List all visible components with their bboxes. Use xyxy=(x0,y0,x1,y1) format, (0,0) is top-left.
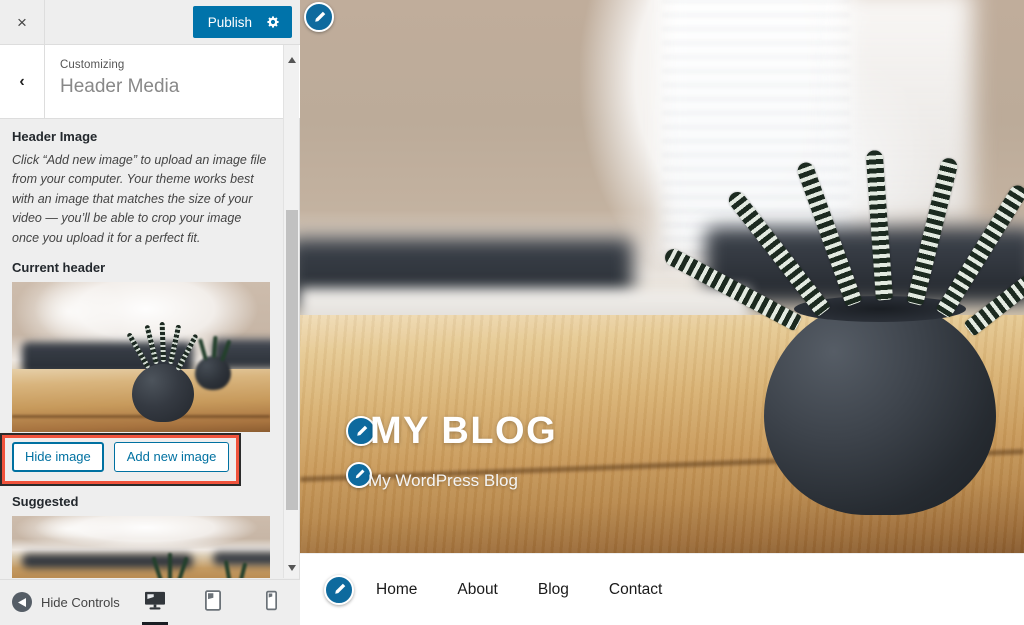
nav-items: Home About Blog Contact xyxy=(376,581,662,599)
device-preview-switcher xyxy=(140,580,286,625)
hide-controls-button[interactable]: Hide Controls xyxy=(12,592,120,612)
gear-icon[interactable] xyxy=(266,15,280,29)
suggested-thumb-sofa-right xyxy=(213,552,270,566)
site-preview: MY BLOG My WordPress Blog Home About Blo… xyxy=(300,0,1024,625)
scroll-up-arrow-icon[interactable] xyxy=(284,52,300,68)
site-title: MY BLOG xyxy=(370,410,558,452)
panel-title-group: Customizing Header Media xyxy=(60,59,179,98)
current-header-thumbnail[interactable] xyxy=(12,281,270,432)
thumb-pot-back xyxy=(195,355,231,390)
hero-plant-pot xyxy=(662,149,1024,515)
page-title: Header Media xyxy=(60,76,180,97)
customizer-footer: Hide Controls xyxy=(0,579,300,625)
publish-button-label: Publish xyxy=(207,14,252,30)
section-title-header-image: Header Image xyxy=(12,129,98,144)
suggested-thumb-leaf xyxy=(168,552,172,578)
device-tablet-button[interactable] xyxy=(198,580,228,625)
back-button[interactable]: ‹ xyxy=(0,45,45,118)
pencil-icon xyxy=(334,583,345,594)
panel-title-bar: ‹ Customizing Header Media xyxy=(0,45,300,119)
desktop-icon xyxy=(144,591,166,616)
site-branding: MY BLOG My WordPress Blog xyxy=(346,412,557,491)
suggested-header-thumbnail[interactable] xyxy=(12,515,270,578)
customizing-eyebrow: Customizing xyxy=(60,59,125,71)
mobile-icon xyxy=(265,590,277,616)
thumb-pot xyxy=(126,321,199,422)
nav-item-blog[interactable]: Blog xyxy=(538,581,569,599)
suggested-label: Suggested xyxy=(12,493,79,509)
scrollbar-thumb[interactable] xyxy=(286,210,298,510)
customizer-topbar: × Publish xyxy=(0,0,300,45)
site-title-row: MY BLOG xyxy=(346,412,557,450)
edit-menu-pin[interactable] xyxy=(324,574,354,605)
nav-item-home[interactable]: Home xyxy=(376,581,417,599)
pencil-icon xyxy=(356,425,367,436)
scroll-down-arrow-icon[interactable] xyxy=(284,560,300,576)
collapse-arrow-icon xyxy=(12,592,32,612)
site-tagline-row: My WordPress Blog xyxy=(346,458,557,491)
sidebar-scrollbar[interactable] xyxy=(283,45,299,578)
site-tagline: My WordPress Blog xyxy=(368,471,518,490)
device-desktop-button[interactable] xyxy=(140,580,170,625)
pencil-icon xyxy=(355,469,365,479)
header-image-actions: Hide image Add new image xyxy=(0,432,270,486)
header-image-description: Click “Add new image” to upload an image… xyxy=(12,153,267,245)
add-new-image-button[interactable]: Add new image xyxy=(113,441,230,472)
suggested-thumb-background xyxy=(12,515,270,578)
site-navigation: Home About Blog Contact xyxy=(300,553,1024,625)
hide-image-button[interactable]: Hide image xyxy=(12,441,104,472)
nav-item-contact[interactable]: Contact xyxy=(609,581,662,599)
pencil-icon[interactable] xyxy=(304,2,334,32)
edit-header-image-pin[interactable] xyxy=(304,2,334,32)
close-customizer-button[interactable]: × xyxy=(0,0,45,44)
current-header-label: Current header xyxy=(12,259,106,275)
chevron-left-icon: ‹ xyxy=(19,72,25,90)
device-mobile-button[interactable] xyxy=(256,580,286,625)
close-icon: × xyxy=(17,12,27,32)
panel-content: Header Image Click “Add new image” to up… xyxy=(0,119,284,578)
nav-item-about[interactable]: About xyxy=(457,581,498,599)
hide-controls-label: Hide Controls xyxy=(41,594,120,610)
header-image-preview: MY BLOG My WordPress Blog xyxy=(300,0,1024,553)
customizer-sidebar: × Publish ‹ Customizing Header Media Hea… xyxy=(0,0,300,625)
publish-button[interactable]: Publish xyxy=(192,6,292,38)
customizer-screen: × Publish ‹ Customizing Header Media Hea… xyxy=(0,0,1024,625)
tablet-icon xyxy=(205,590,221,616)
